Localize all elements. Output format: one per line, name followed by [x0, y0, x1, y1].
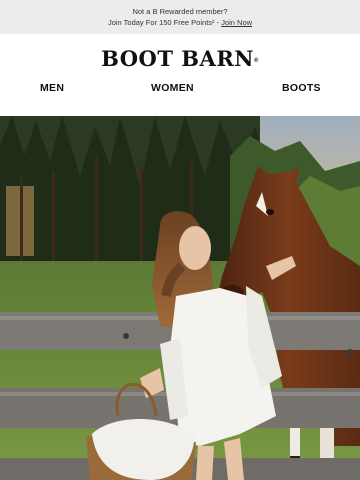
- promo-offer: Join Today For 150 Free Points² - Join N…: [0, 17, 360, 28]
- rewards-promo-bar: Not a B Rewarded member? Join Today For …: [0, 0, 360, 34]
- nav-item-boots[interactable]: BOOTS: [282, 79, 321, 97]
- nav-item-men[interactable]: MEN: [40, 79, 64, 97]
- promo-offer-text: Join Today For 150 Free Points: [107, 18, 213, 27]
- logo-text: BOOT BARN: [101, 46, 254, 71]
- main-nav: MEN WOMEN BOOTS: [0, 79, 360, 97]
- join-now-link[interactable]: Join Now: [221, 18, 252, 27]
- hero-image[interactable]: [0, 116, 360, 480]
- nav-item-women[interactable]: WOMEN: [151, 79, 194, 97]
- boot-barn-logo[interactable]: BOOT BARN®: [0, 46, 360, 72]
- registered-mark: ®: [253, 58, 259, 64]
- promo-headline: Not a B Rewarded member?: [132, 7, 228, 16]
